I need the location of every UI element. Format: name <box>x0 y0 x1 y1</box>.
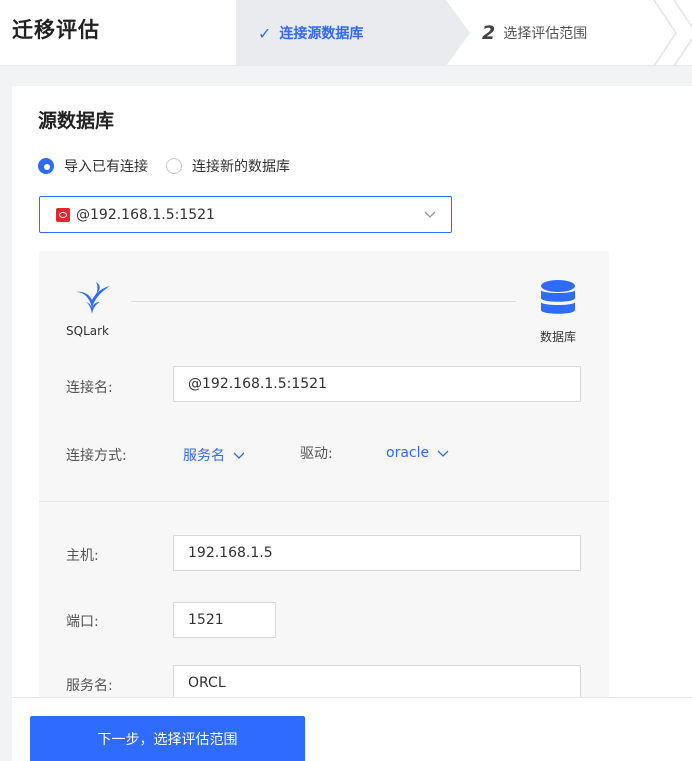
connect-method-value: 服务名 <box>183 448 225 464</box>
next-step-button[interactable]: 下一步，选择评估范围 <box>30 716 305 761</box>
page-title: 迁移评估 <box>12 18 100 42</box>
top-header: 迁移评估 ✓ 连接源数据库 2 选择评估范围 <box>0 0 692 66</box>
step-label: 连接源数据库 <box>279 26 364 42</box>
connection-detail-panel: SQLark 数据库 连接名: @192.168.1.5:1521 连接方式: … <box>39 251 609 761</box>
chevron-down-icon <box>437 450 449 457</box>
database-logo: 数据库 <box>533 278 583 345</box>
step-connect-source[interactable]: ✓ 连接源数据库 <box>236 0 446 66</box>
section-divider <box>39 501 609 502</box>
service-name-input[interactable]: ORCL <box>173 665 581 701</box>
database-caption: 数据库 <box>539 330 576 344</box>
step-select-scope[interactable]: 2 选择评估范围 <box>460 0 660 66</box>
connect-method-label: 连接方式: <box>66 448 127 464</box>
chevron-down-icon <box>424 211 436 218</box>
port-label: 端口: <box>66 614 99 630</box>
step-label: 选择评估范围 <box>503 26 588 42</box>
driver-value: oracle <box>386 445 430 461</box>
radio-checked-icon <box>38 158 54 174</box>
oracle-icon <box>56 207 70 222</box>
chevron-down-icon <box>233 452 245 459</box>
connection-name-input[interactable]: @192.168.1.5:1521 <box>173 366 581 402</box>
step-separator-icon <box>673 0 692 66</box>
connection-mode-radio-group: 导入已有连接 连接新的数据库 <box>38 156 308 176</box>
radio-unchecked-icon <box>166 158 182 174</box>
port-input[interactable]: 1521 <box>173 602 276 638</box>
radio-import-existing[interactable]: 导入已有连接 <box>38 156 148 176</box>
connection-name-label: 连接名: <box>66 380 113 396</box>
check-icon: ✓ <box>258 23 272 43</box>
host-label: 主机: <box>66 548 99 564</box>
section-title: 源数据库 <box>38 110 115 132</box>
radio-label: 导入已有连接 <box>64 159 148 175</box>
host-input[interactable]: 192.168.1.5 <box>173 535 581 571</box>
radio-connect-new[interactable]: 连接新的数据库 <box>166 156 290 176</box>
footer-bar: 下一步，选择评估范围 <box>12 697 692 761</box>
sqlark-logo: SQLark <box>66 278 118 338</box>
connection-select-value: @192.168.1.5:1521 <box>76 206 215 223</box>
connect-method-select[interactable]: 服务名 <box>183 445 245 465</box>
connector-line <box>131 301 516 302</box>
sqlark-caption: SQLark <box>66 324 109 338</box>
connection-select[interactable]: @192.168.1.5:1521 <box>39 196 452 233</box>
sqlark-bird-icon <box>76 282 110 314</box>
source-db-card: 源数据库 导入已有连接 连接新的数据库 @192.168.1.5:1521 SQ… <box>12 86 692 761</box>
step-number: 2 <box>482 22 496 44</box>
database-icon <box>541 280 575 314</box>
radio-label: 连接新的数据库 <box>192 159 290 175</box>
service-name-label: 服务名: <box>66 678 113 694</box>
driver-label: 驱动: <box>300 446 333 462</box>
driver-select[interactable]: oracle <box>386 445 449 461</box>
